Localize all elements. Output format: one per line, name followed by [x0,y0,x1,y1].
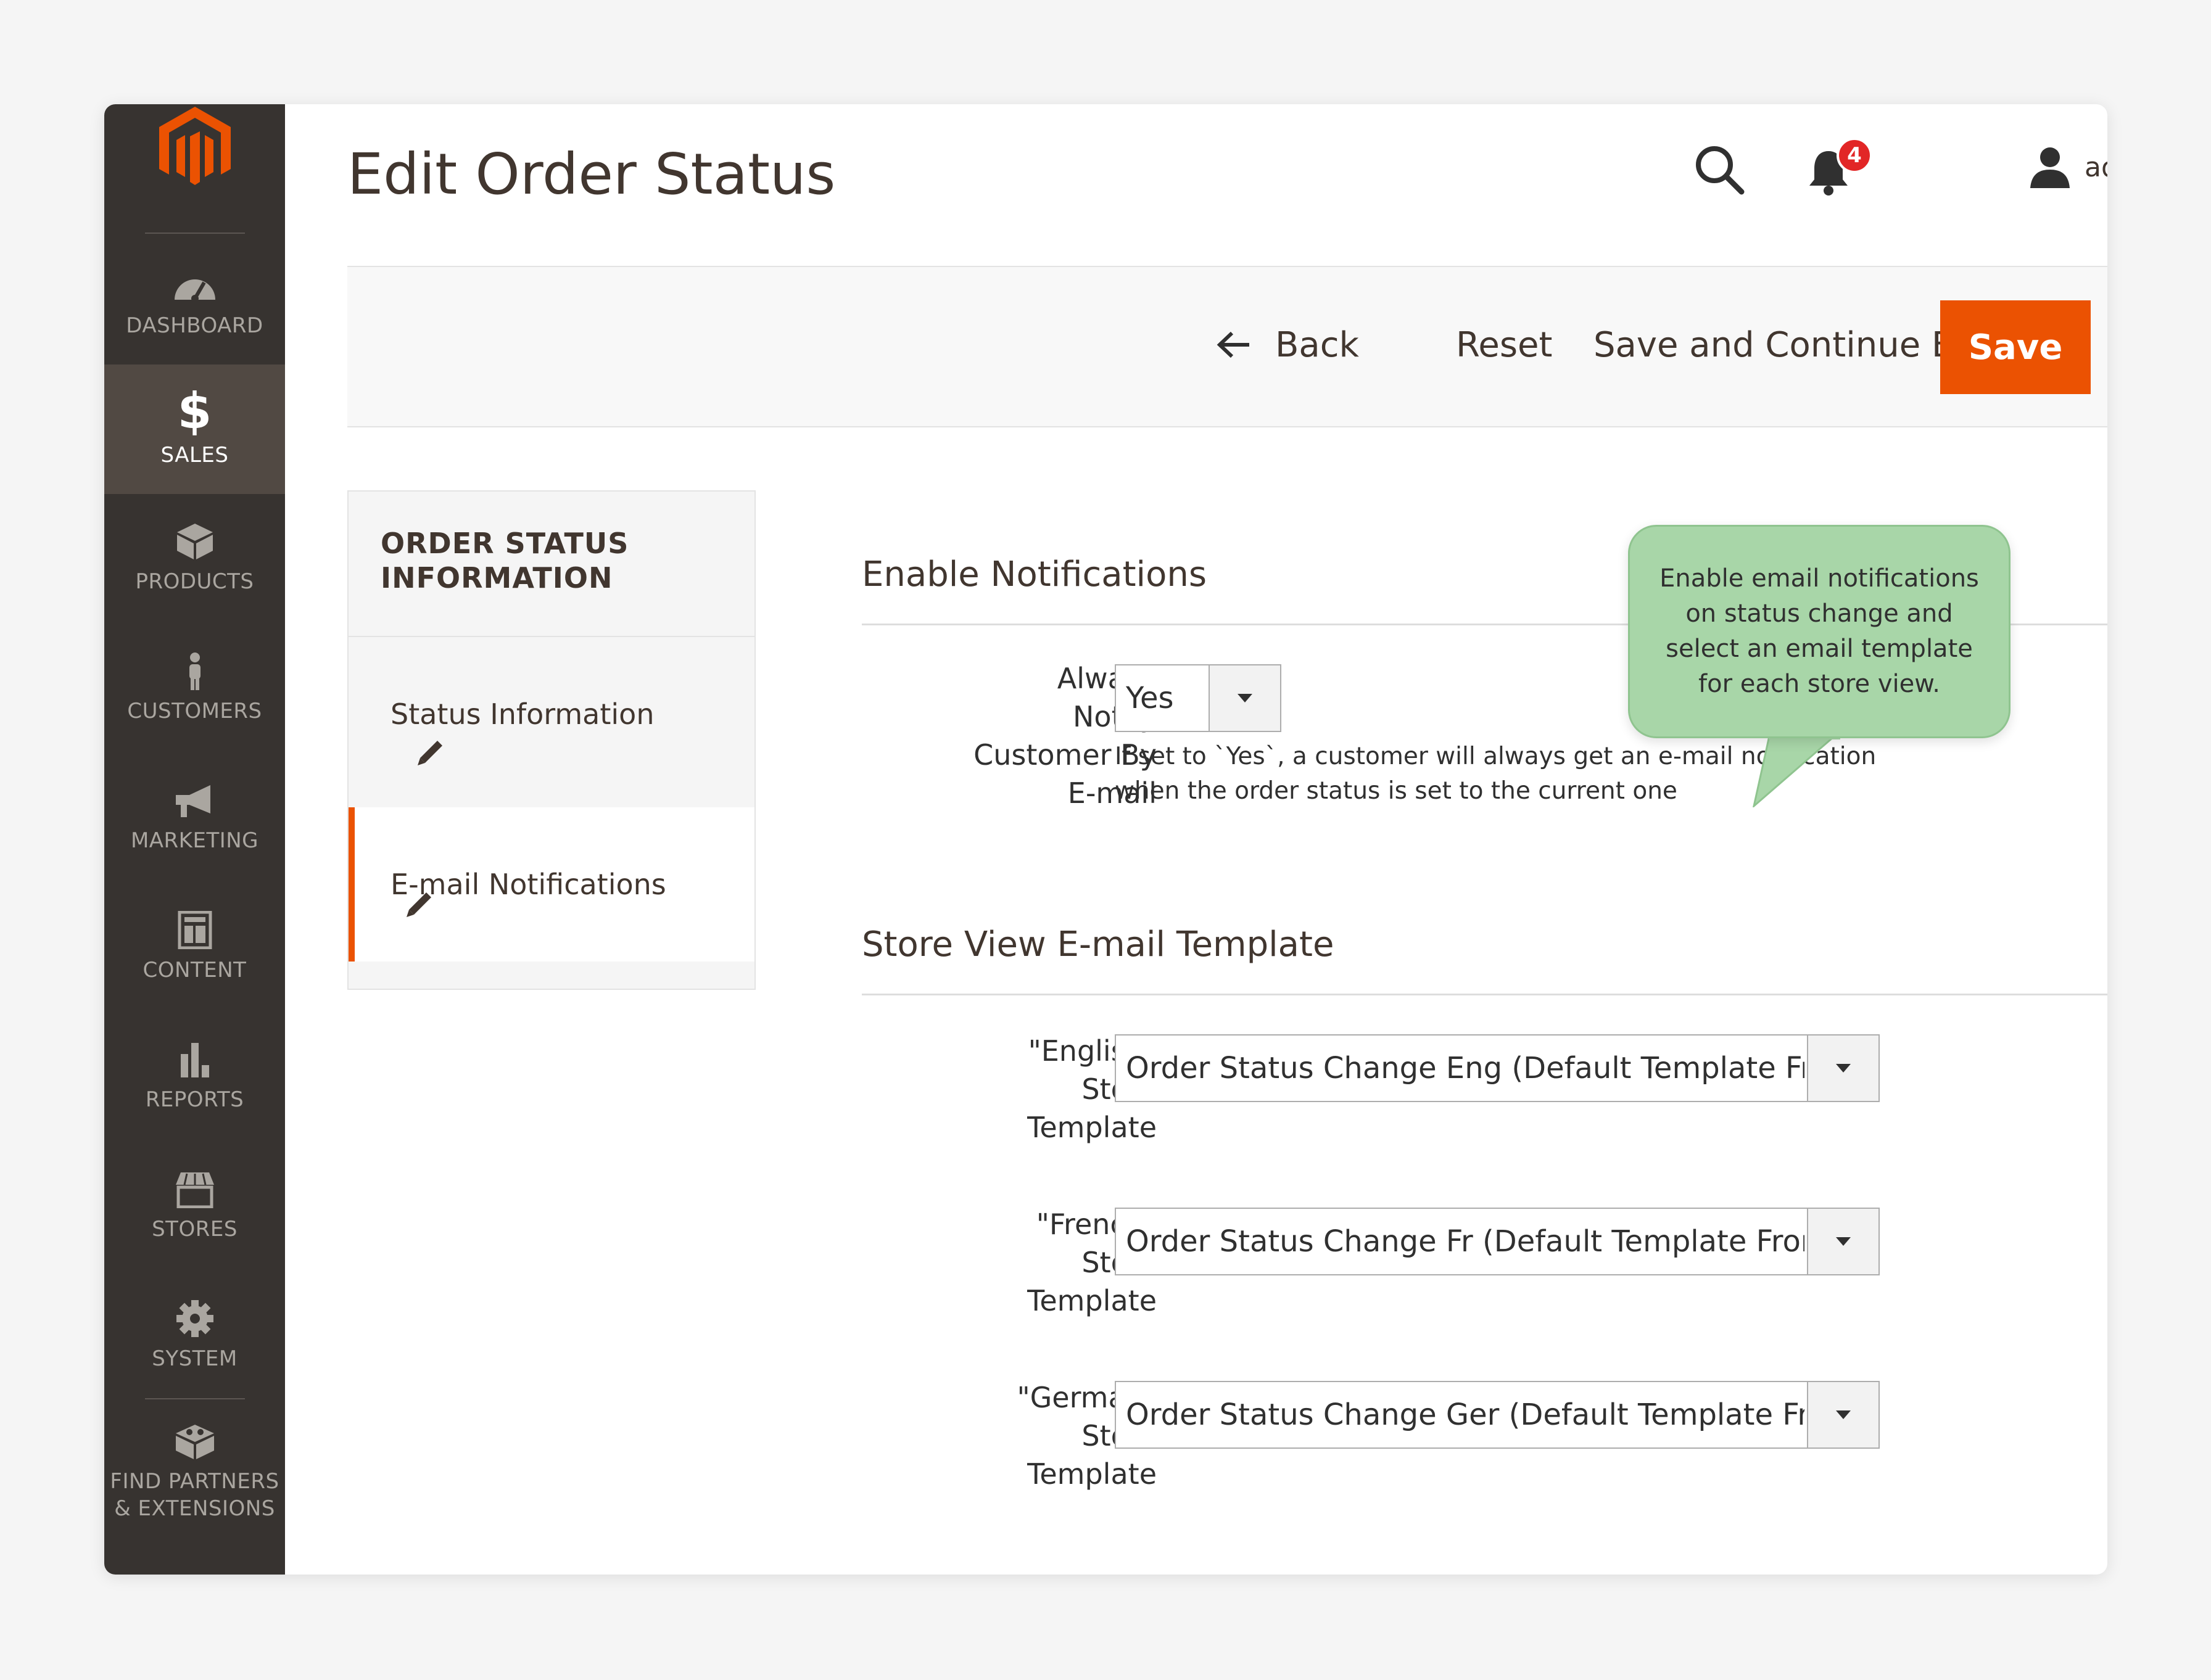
pencil-icon [407,892,431,917]
tabs-panel: ORDER STATUS INFORMATION Status Informat… [347,490,756,990]
nav-item-dashboard[interactable]: DASHBOARD [104,238,285,368]
callout-tail [1753,733,1840,807]
blocks-icon [175,1425,214,1459]
search-icon[interactable] [1692,142,1745,196]
english-template-select[interactable]: Order Status Change Eng (Default Templat… [1115,1034,1880,1102]
user-icon [2030,147,2070,188]
back-button[interactable]: Back [1216,320,1359,369]
section-title-enable-notifications: Enable Notifications [862,554,1207,595]
notification-badge[interactable]: 4 [1837,138,1872,173]
annotation-callout: Enable email notifications on status cha… [1628,525,2011,738]
nav-label: & EXTENSIONS [114,1496,275,1521]
page-actions-bar: Back Reset Save and Continue Edit [347,266,2107,427]
person-icon [189,653,200,690]
tab-label: Status Information [391,698,655,731]
nav-item-find-partners[interactable]: FIND PARTNERS & EXTENSIONS [104,1404,285,1540]
nav-item-products[interactable]: PRODUCTS [104,494,285,624]
storefront-icon [175,1172,214,1208]
box-icon [176,524,213,559]
nav-item-stores[interactable]: STORES [104,1142,285,1271]
chevron-down-icon[interactable] [1807,1036,1878,1101]
chevron-down-icon[interactable] [1209,665,1280,731]
tabs-title: ORDER STATUS INFORMATION [381,527,629,595]
sidebar-divider [145,233,245,234]
always-notify-select[interactable]: Yes [1115,664,1281,732]
select-value: Yes [1126,681,1174,715]
section-title-store-view-template: Store View E-mail Template [862,924,1334,965]
dollar-icon: $ [177,382,212,440]
chevron-down-icon[interactable] [1807,1209,1878,1274]
layout-icon [178,911,212,949]
nav-label: MARKETING [130,828,259,853]
nav-label: DASHBOARD [126,313,263,338]
select-value: Order Status Change Fr (Default Template… [1126,1224,1804,1259]
megaphone-icon [175,785,210,817]
nav-label: CONTENT [143,958,247,982]
nav-item-customers[interactable]: CUSTOMERS [104,624,285,753]
nav-label: REPORTS [145,1087,244,1112]
nav-item-sales[interactable]: $ SALES [104,364,285,494]
nav-item-marketing[interactable]: MARKETING [104,753,285,883]
user-menu[interactable]: admin [2028,142,2107,192]
magento-logo-icon[interactable] [154,104,236,190]
pencil-icon [418,741,442,765]
nav-item-system[interactable]: SYSTEM [104,1271,285,1401]
tab-status-information[interactable]: Status Information [349,637,754,791]
nav-item-reports[interactable]: REPORTS [104,1012,285,1142]
select-value: Order Status Change Eng (Default Templat… [1126,1051,1804,1085]
german-template-select[interactable]: Order Status Change Ger (Default Templat… [1115,1381,1880,1449]
nav-label: SYSTEM [152,1346,238,1371]
arrow-left-icon [1217,331,1249,358]
nav-label: CUSTOMERS [127,699,262,723]
save-button[interactable]: Save [1940,300,2091,394]
admin-sidebar: DASHBOARD $ SALES PRODUCTS CUSTOMERS MAR… [104,104,285,1575]
nav-item-content[interactable]: CONTENT [104,883,285,1012]
gear-icon [176,1300,213,1337]
french-template-select[interactable]: Order Status Change Fr (Default Template… [1115,1208,1880,1275]
nav-label: STORES [152,1217,238,1241]
nav-label: FIND PARTNERS [110,1469,279,1494]
admin-window: DASHBOARD $ SALES PRODUCTS CUSTOMERS MAR… [104,104,2107,1575]
save-and-continue-button[interactable]: Save and Continue Edit [1593,320,1998,369]
user-name: admin [2085,151,2107,183]
back-label: Back [1275,324,1359,365]
section-divider [862,994,2107,995]
nav-label: SALES [160,443,229,467]
tab-email-notifications[interactable]: E-mail Notifications [349,807,754,961]
select-value: Order Status Change Ger (Default Templat… [1126,1398,1804,1432]
sidebar-divider [145,1398,245,1399]
tabs-header: ORDER STATUS INFORMATION [349,492,754,637]
chevron-down-icon[interactable] [1807,1382,1878,1447]
page-title: Edit Order Status [347,141,836,207]
nav-label: PRODUCTS [135,569,254,594]
bar-chart-icon [180,1043,209,1077]
dashboard-icon [174,279,215,302]
reset-button[interactable]: Reset [1456,320,1552,369]
